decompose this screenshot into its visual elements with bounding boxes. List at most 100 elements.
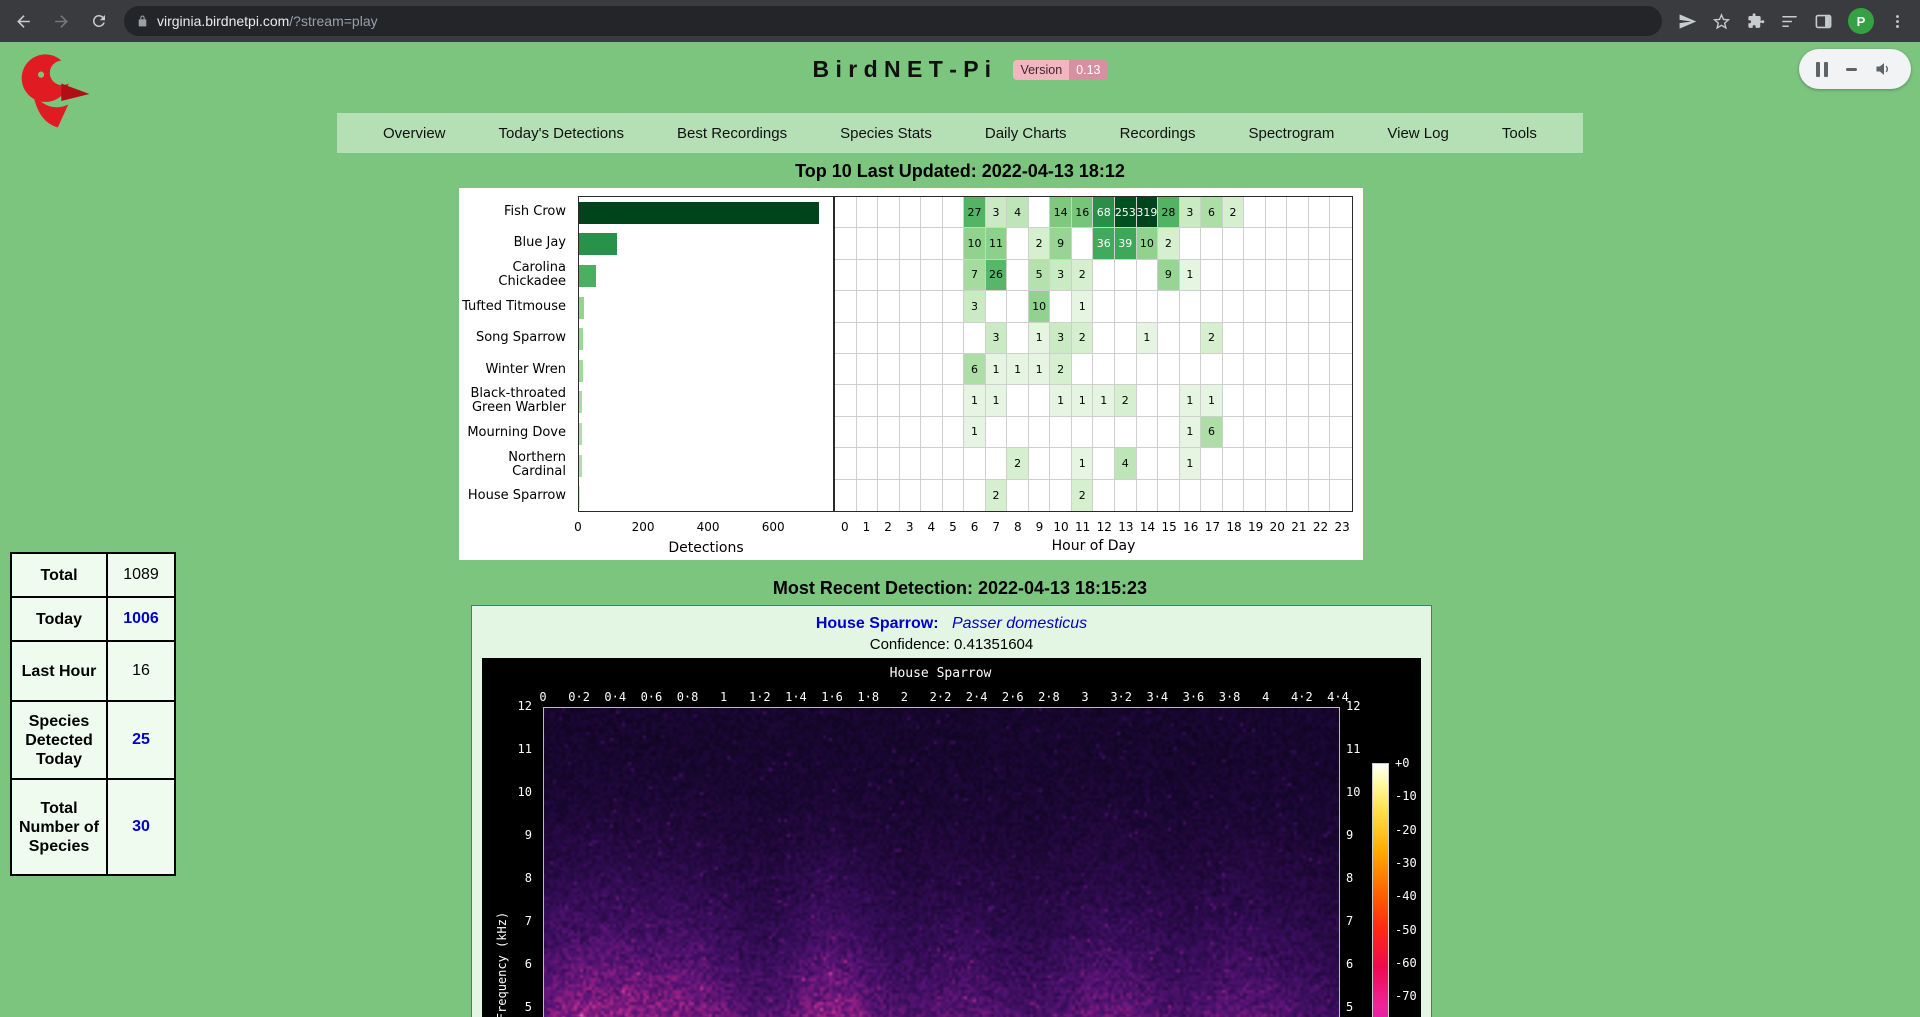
heat-cell bbox=[900, 291, 922, 322]
heat-cell bbox=[857, 417, 879, 448]
heat-cell bbox=[878, 228, 900, 259]
freq-tick: 8 bbox=[525, 871, 532, 885]
heat-cell bbox=[1223, 480, 1245, 511]
heat-cell bbox=[1201, 260, 1223, 291]
profile-avatar[interactable]: P bbox=[1848, 8, 1874, 34]
bookmark-star-icon[interactable] bbox=[1712, 12, 1731, 31]
seek-dash[interactable] bbox=[1846, 68, 1857, 71]
heat-cell: 1 bbox=[1029, 323, 1051, 354]
address-bar[interactable]: virginia.birdnetpi.com/?stream=play bbox=[124, 6, 1662, 36]
stat-value[interactable]: 25 bbox=[107, 701, 175, 779]
audio-player[interactable] bbox=[1799, 49, 1911, 89]
heat-cell bbox=[1007, 385, 1029, 416]
heat-cell: 1 bbox=[964, 385, 986, 416]
menu-item-daily-charts[interactable]: Daily Charts bbox=[985, 125, 1067, 142]
heat-cell bbox=[1180, 291, 1202, 322]
axis-tick: 9 bbox=[1036, 520, 1044, 534]
menu-item-tools[interactable]: Tools bbox=[1502, 125, 1537, 142]
menu-item-recordings[interactable]: Recordings bbox=[1120, 125, 1196, 142]
heat-cell bbox=[943, 354, 965, 385]
axis-tick: 600 bbox=[762, 520, 785, 534]
heat-cell bbox=[921, 197, 943, 228]
axis-tick: 14 bbox=[1140, 520, 1155, 534]
axis-tick: 5 bbox=[949, 520, 957, 534]
heat-cell bbox=[921, 354, 943, 385]
menu-item-best-recordings[interactable]: Best Recordings bbox=[677, 125, 787, 142]
birdnet-page: B i r d N E T - P i Version 0.13 Overvie… bbox=[0, 42, 1920, 1017]
hour-axis-label: Hour of Day bbox=[834, 538, 1353, 554]
heat-cell bbox=[943, 260, 965, 291]
freq-tick: 10 bbox=[1346, 785, 1360, 799]
heat-cell: 2 bbox=[1223, 197, 1245, 228]
heat-cell: 1 bbox=[1072, 291, 1094, 322]
stat-value[interactable]: 1006 bbox=[107, 597, 175, 641]
table-row: Total Number of Species 30 bbox=[11, 779, 175, 875]
menu-item-species-stats[interactable]: Species Stats bbox=[840, 125, 932, 142]
heat-cell: 3 bbox=[1050, 260, 1072, 291]
detections-bar bbox=[579, 328, 583, 350]
heat-cell bbox=[1266, 354, 1288, 385]
heat-cell bbox=[1244, 480, 1266, 511]
lock-icon bbox=[136, 15, 149, 28]
heat-cell: 2 bbox=[1050, 354, 1072, 385]
species-latin-name-link[interactable]: Passer domesticus bbox=[952, 615, 1087, 632]
side-panel-icon[interactable] bbox=[1814, 12, 1833, 31]
menu-item-spectrogram[interactable]: Spectrogram bbox=[1248, 125, 1334, 142]
heat-cell bbox=[1158, 385, 1180, 416]
heat-cell: 39 bbox=[1115, 228, 1137, 259]
reading-list-icon[interactable] bbox=[1780, 12, 1799, 31]
heat-cell bbox=[1158, 417, 1180, 448]
heat-cell bbox=[1287, 385, 1309, 416]
axis-tick: 23 bbox=[1335, 520, 1350, 534]
stat-label: Species Detected Today bbox=[11, 701, 107, 779]
time-tick: 0·2 bbox=[568, 690, 590, 704]
heat-cell bbox=[1330, 228, 1352, 259]
menu-item-view-log[interactable]: View Log bbox=[1387, 125, 1448, 142]
heat-cell bbox=[1137, 291, 1159, 322]
heat-cell bbox=[943, 323, 965, 354]
heat-cell: 1 bbox=[1029, 354, 1051, 385]
heat-cell bbox=[1309, 197, 1331, 228]
heat-cell: 68 bbox=[1093, 197, 1115, 228]
heat-cell bbox=[900, 385, 922, 416]
extensions-icon[interactable] bbox=[1746, 12, 1765, 31]
species-common-name-link[interactable]: House Sparrow: bbox=[816, 615, 939, 632]
freq-tick: 6 bbox=[525, 957, 532, 971]
heat-cell bbox=[1330, 385, 1352, 416]
heat-cell bbox=[878, 197, 900, 228]
time-tick: 4·2 bbox=[1291, 690, 1313, 704]
heat-cell: 1 bbox=[1137, 323, 1159, 354]
back-icon[interactable] bbox=[8, 6, 38, 36]
menu-item-overview[interactable]: Overview bbox=[383, 125, 446, 142]
reload-icon[interactable] bbox=[84, 6, 114, 36]
heat-cell: 3 bbox=[1050, 323, 1072, 354]
menu-item-todays-detections[interactable]: Today's Detections bbox=[499, 125, 624, 142]
time-tick: 1·4 bbox=[785, 690, 807, 704]
time-tick: 0·4 bbox=[604, 690, 626, 704]
stat-value[interactable]: 30 bbox=[107, 779, 175, 875]
top10-heading: Top 10 Last Updated: 2022-04-13 18:12 bbox=[0, 161, 1920, 182]
heat-cell bbox=[1330, 354, 1352, 385]
pause-icon[interactable] bbox=[1816, 62, 1828, 77]
heat-cell bbox=[943, 448, 965, 479]
heat-cell: 1 bbox=[1007, 354, 1029, 385]
colorbar-tick: -30 bbox=[1395, 856, 1417, 870]
heat-cell: 6 bbox=[1201, 417, 1223, 448]
heat-cell bbox=[1201, 228, 1223, 259]
heat-cell: 9 bbox=[1158, 260, 1180, 291]
heat-cell bbox=[1244, 291, 1266, 322]
heat-cell bbox=[878, 480, 900, 511]
send-icon[interactable] bbox=[1678, 12, 1697, 31]
menu-kebab-icon[interactable] bbox=[1889, 13, 1906, 30]
bar-row bbox=[579, 197, 833, 229]
heat-cell bbox=[1330, 417, 1352, 448]
heat-cell bbox=[878, 448, 900, 479]
freq-tick: 9 bbox=[525, 828, 532, 842]
forward-icon[interactable] bbox=[46, 6, 76, 36]
heat-cell: 10 bbox=[1137, 228, 1159, 259]
heat-cell bbox=[1223, 448, 1245, 479]
volume-icon[interactable] bbox=[1874, 59, 1894, 79]
heat-cell bbox=[1093, 448, 1115, 479]
heat-cell bbox=[964, 448, 986, 479]
spectrogram-plot bbox=[543, 707, 1340, 1017]
